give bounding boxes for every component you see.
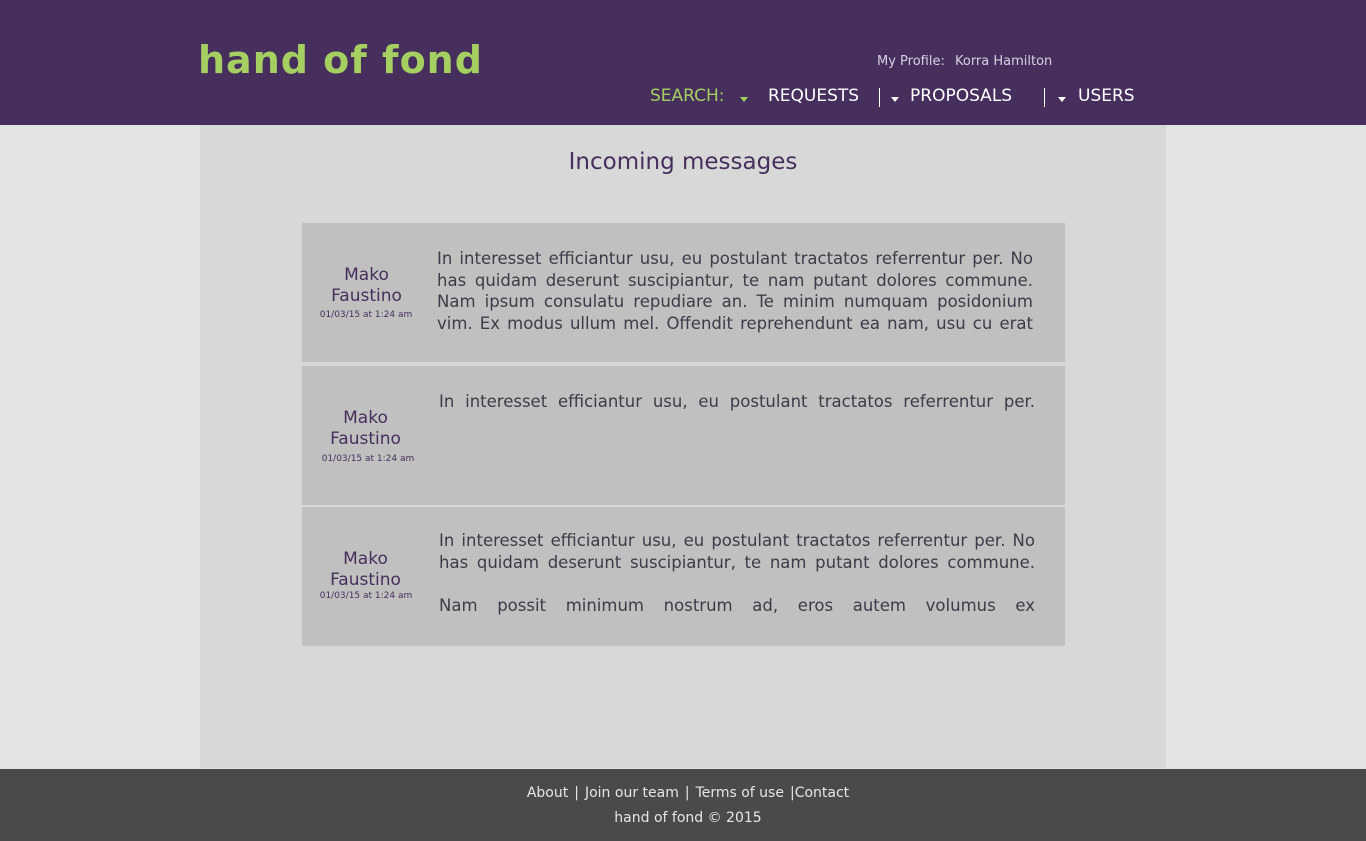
chevron-down-icon[interactable] — [891, 97, 899, 102]
chevron-down-icon[interactable] — [740, 97, 748, 102]
chevron-down-icon[interactable] — [1058, 97, 1066, 102]
nav-divider — [1044, 88, 1045, 107]
message-date: 01/03/15 at 1:24 am — [321, 454, 415, 464]
message-text: In interesset efficiantur usu, eu postul… — [439, 392, 1035, 411]
my-profile[interactable]: My Profile: Korra Hamilton — [877, 54, 1052, 69]
logo[interactable]: hand of fond — [198, 38, 483, 82]
message-text: Nam possit minimum nostrum ad, eros aute… — [439, 596, 1035, 615]
nav-users[interactable]: USERS — [1078, 86, 1135, 110]
footer-links: About | Join our team | Terms of use |Contact — [0, 785, 1366, 801]
footer-divider: | — [684, 785, 690, 801]
footer-link-contact[interactable]: Contact — [795, 785, 849, 801]
message-date: 01/03/15 at 1:24 am — [319, 591, 413, 601]
footer: About | Join our team | Terms of use |Contact… — [0, 769, 1366, 841]
footer-link-terms[interactable]: Terms of use — [696, 785, 784, 801]
message-sender[interactable]: Mako Faustino — [317, 408, 414, 450]
copyright: hand of fond © 2015 — [614, 810, 762, 826]
nav-divider — [879, 88, 880, 107]
message-text: In interesset efficiantur usu, eu postul… — [439, 531, 1035, 572]
nav-proposals[interactable]: PROPOSALS — [910, 86, 1012, 110]
header: hand of fond My Profile: Korra Hamilton … — [0, 0, 1366, 125]
main-content: Incoming messages Mako Faustino 01/03/15… — [200, 125, 1166, 768]
nav-requests[interactable]: REQUESTS — [768, 86, 859, 110]
message-sender[interactable]: Mako Faustino — [318, 265, 415, 307]
page-title: Incoming messages — [568, 149, 798, 175]
message-card[interactable]: Mako Faustino 01/03/15 at 1:24 am In int… — [302, 366, 1065, 505]
message-card[interactable]: Mako Faustino 01/03/15 at 1:24 am In int… — [302, 223, 1065, 362]
message-sender[interactable]: Mako Faustino — [317, 549, 414, 591]
message-card[interactable]: Mako Faustino 01/03/15 at 1:24 am In int… — [302, 507, 1065, 646]
footer-divider: | — [574, 785, 579, 801]
message-text: In interesset efficiantur usu, eu postul… — [437, 249, 1033, 334]
footer-link-join[interactable]: Join our team — [585, 785, 679, 801]
footer-link-about[interactable]: About — [527, 785, 568, 801]
search-label[interactable]: SEARCH: — [650, 86, 725, 110]
message-date: 01/03/15 at 1:24 am — [319, 310, 413, 320]
profile-label: My Profile: — [877, 54, 945, 69]
profile-name[interactable]: Korra Hamilton — [955, 54, 1052, 69]
